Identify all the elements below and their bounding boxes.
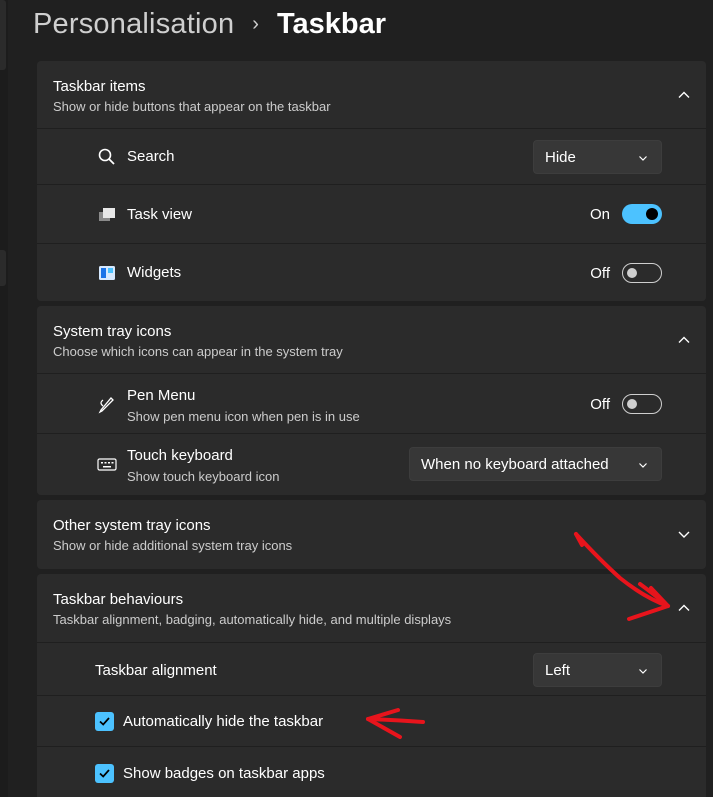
taskbar-alignment-label: Taskbar alignment [95,662,217,679]
widgets-state: Off [590,264,610,282]
row-auto-hide: Automatically hide the taskbar [37,696,706,747]
section-header-behaviours[interactable]: Taskbar behaviours Taskbar alignment, ba… [37,574,706,643]
section-subtitle: Show or hide additional system tray icon… [53,538,293,553]
checkmark-icon [99,769,110,778]
section-header-other-tray[interactable]: Other system tray icons Show or hide add… [37,500,706,568]
page-title: Taskbar [276,7,387,40]
toggle-knob [646,208,658,220]
section-subtitle: Taskbar alignment, badging, automaticall… [53,612,452,627]
nav-rail-item[interactable] [0,250,6,286]
row-widgets: Widgets Off [37,244,706,301]
chevron-down-icon [639,156,647,161]
section-taskbar-behaviours: Taskbar behaviours Taskbar alignment, ba… [37,574,706,797]
section-title: System tray icons [53,323,172,340]
chevron-up-icon[interactable] [676,332,692,348]
section-other-system-tray-icons[interactable]: Other system tray icons Show or hide add… [37,500,706,569]
breadcrumb-separator-icon: › [252,12,259,35]
section-title: Taskbar items [53,78,146,95]
toggle-knob [627,399,637,409]
pen-icon [98,397,114,414]
widgets-toggle[interactable] [622,263,662,283]
toggle-knob [627,268,637,278]
widgets-label: Widgets [127,264,182,281]
auto-hide-label[interactable]: Automatically hide the taskbar [123,713,323,730]
nav-rail [0,0,8,797]
task-view-toggle-group: On [590,204,662,224]
widgets-toggle-group: Off [590,263,662,283]
search-label: Search [127,148,175,165]
search-dropdown[interactable]: Hide [533,140,662,174]
chevron-down-icon [639,463,647,468]
chevron-down-icon [639,669,647,674]
touch-keyboard-description: Show touch keyboard icon [127,469,280,484]
touch-keyboard-dropdown[interactable]: When no keyboard attached [409,447,662,481]
section-taskbar-items: Taskbar items Show or hide buttons that … [37,61,706,301]
pen-menu-toggle[interactable] [622,394,662,414]
section-title: Taskbar behaviours [53,591,184,608]
widgets-icon [99,266,115,280]
show-badges-checkbox[interactable] [95,764,114,783]
breadcrumb-parent[interactable]: Personalisation [33,8,234,41]
chevron-up-icon[interactable] [676,600,692,616]
nav-rail-item[interactable] [0,0,6,70]
search-dropdown-value: Hide [545,148,576,166]
touch-keyboard-dropdown-value: When no keyboard attached [421,455,609,473]
task-view-label: Task view [127,206,193,223]
pen-menu-label: Pen Menu [127,387,196,404]
task-view-icon [99,208,115,221]
section-system-tray-icons: System tray icons Choose which icons can… [37,306,706,495]
keyboard-icon [97,458,117,471]
section-header-taskbar-items[interactable]: Taskbar items Show or hide buttons that … [37,61,706,129]
task-view-state: On [589,205,610,223]
row-show-badges: Show badges on taskbar apps [37,747,706,797]
section-header-system-tray[interactable]: System tray icons Choose which icons can… [37,306,706,374]
chevron-down-icon[interactable] [676,526,692,542]
task-view-toggle[interactable] [622,204,662,224]
checkmark-icon [99,717,110,726]
taskbar-alignment-dropdown[interactable]: Left [533,653,662,687]
auto-hide-checkbox[interactable] [95,712,114,731]
breadcrumb: Personalisation › Taskbar [33,4,386,44]
touch-keyboard-label: Touch keyboard [127,447,233,464]
chevron-up-icon[interactable] [676,87,692,103]
pen-menu-state: Off [590,395,610,413]
row-search: Search Hide [37,129,706,185]
section-subtitle: Show or hide buttons that appear on the … [53,99,331,114]
pen-menu-toggle-group: Off [590,394,662,414]
row-pen-menu: Pen Menu Show pen menu icon when pen is … [37,374,706,434]
show-badges-label[interactable]: Show badges on taskbar apps [123,765,325,782]
taskbar-alignment-value: Left [545,661,571,679]
section-subtitle: Choose which icons can appear in the sys… [53,344,343,359]
search-icon [98,148,115,165]
row-touch-keyboard: Touch keyboard Show touch keyboard icon … [37,434,706,495]
row-taskbar-alignment: Taskbar alignment Left [37,643,706,696]
section-title: Other system tray icons [53,517,211,534]
row-task-view: Task view On [37,185,706,244]
pen-menu-description: Show pen menu icon when pen is in use [127,409,360,424]
